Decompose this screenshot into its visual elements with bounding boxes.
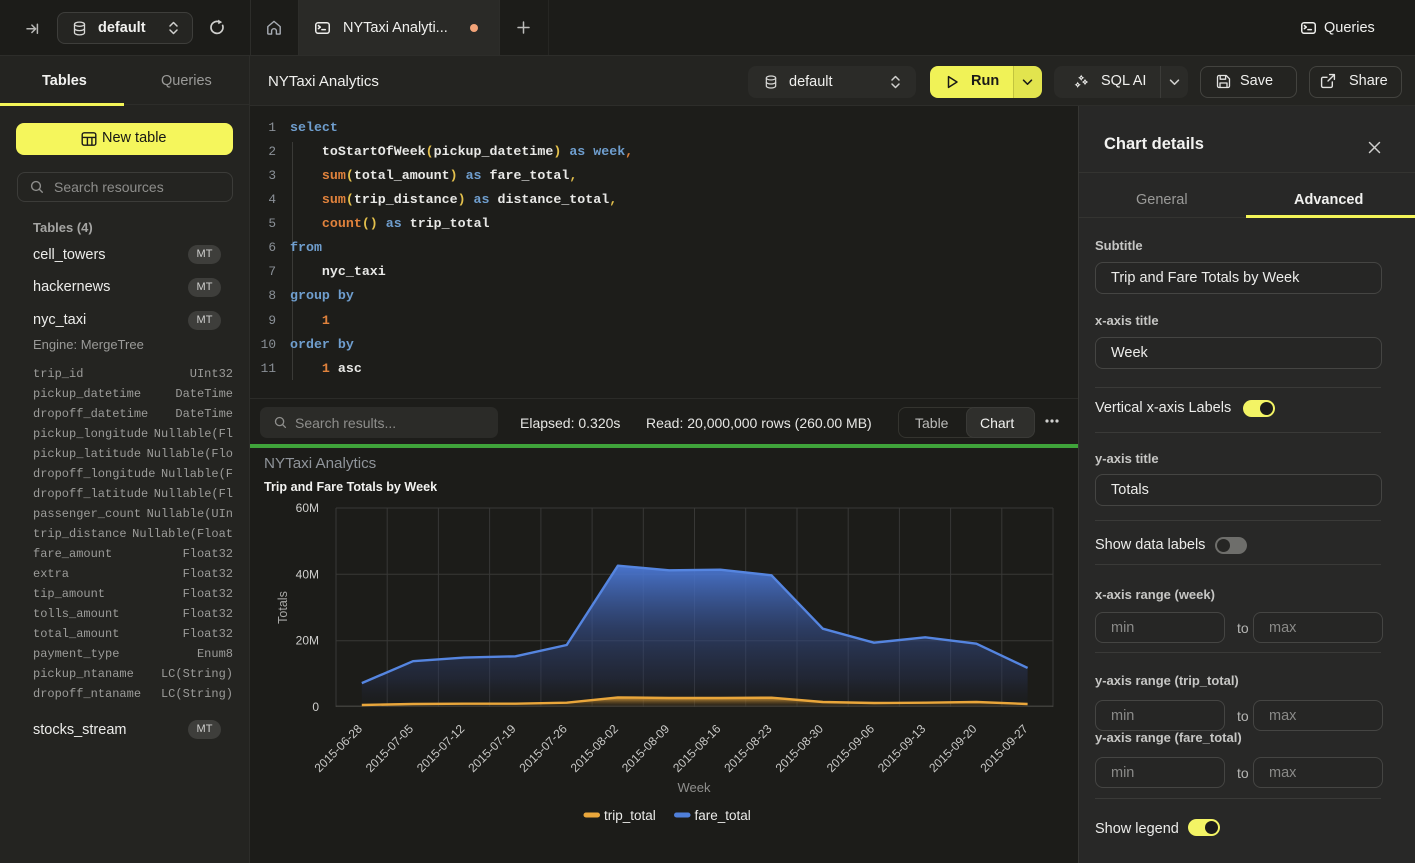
svg-text:2015-08-23: 2015-08-23 <box>721 721 775 775</box>
svg-text:40M: 40M <box>296 567 319 581</box>
svg-text:60M: 60M <box>296 501 319 515</box>
svg-text:2015-09-13: 2015-09-13 <box>875 721 929 775</box>
svg-text:2015-09-27: 2015-09-27 <box>977 721 1031 775</box>
svg-text:2015-07-19: 2015-07-19 <box>465 721 519 775</box>
svg-text:2015-08-30: 2015-08-30 <box>773 721 827 775</box>
svg-text:2015-09-20: 2015-09-20 <box>926 721 980 775</box>
svg-text:trip_total: trip_total <box>604 808 656 823</box>
svg-text:2015-06-28: 2015-06-28 <box>312 721 366 775</box>
svg-text:2015-08-02: 2015-08-02 <box>568 721 622 775</box>
svg-text:2015-08-09: 2015-08-09 <box>619 721 673 775</box>
svg-text:Totals: Totals <box>276 591 290 624</box>
svg-text:2015-08-16: 2015-08-16 <box>670 721 724 775</box>
svg-text:2015-07-05: 2015-07-05 <box>363 721 417 775</box>
svg-text:2015-07-12: 2015-07-12 <box>414 721 468 775</box>
svg-text:Trip and Fare Totals by Week: Trip and Fare Totals by Week <box>264 480 438 494</box>
svg-text:2015-07-26: 2015-07-26 <box>517 721 571 775</box>
svg-text:Week: Week <box>678 780 711 795</box>
svg-text:0: 0 <box>312 700 319 714</box>
svg-text:2015-09-06: 2015-09-06 <box>824 721 878 775</box>
svg-text:NYTaxi Analytics: NYTaxi Analytics <box>264 455 377 472</box>
svg-text:fare_total: fare_total <box>695 808 751 823</box>
svg-text:20M: 20M <box>296 634 319 648</box>
